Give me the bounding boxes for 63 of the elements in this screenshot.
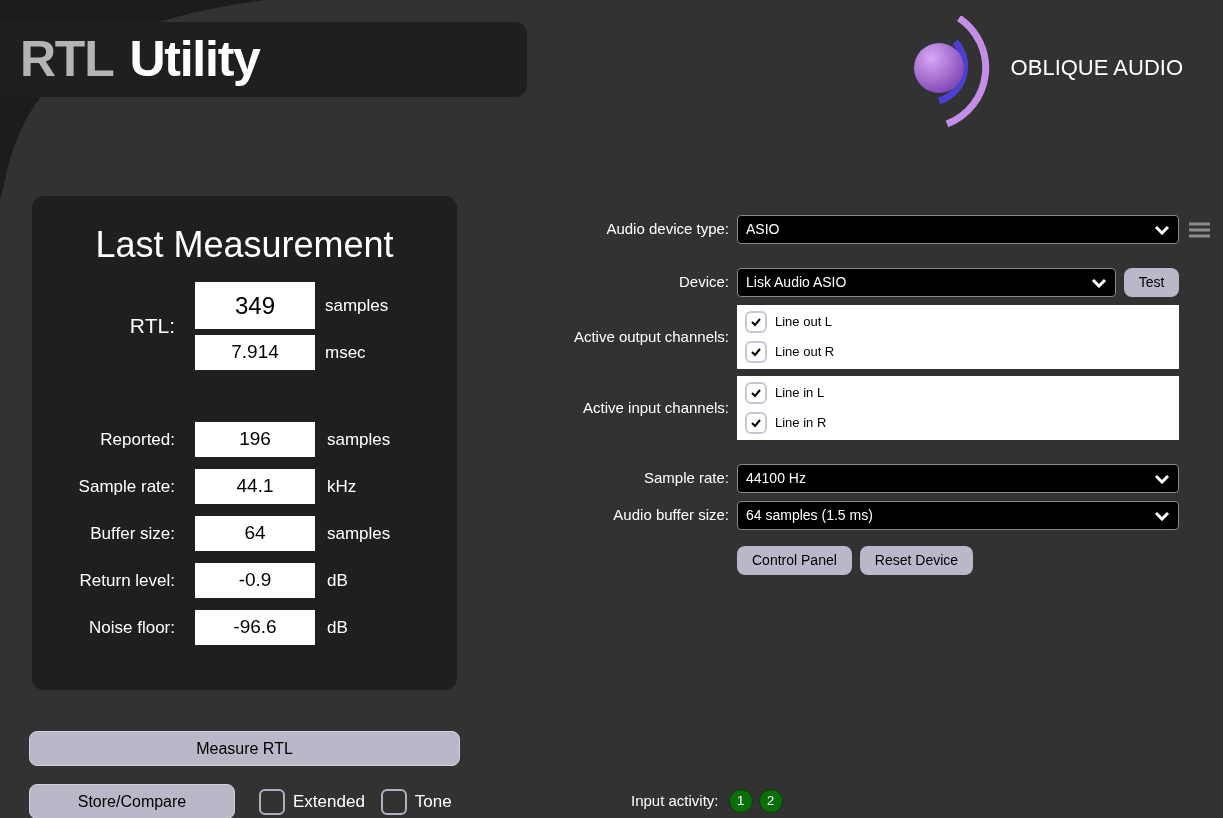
value-field: 64 xyxy=(195,516,315,551)
activity-indicator: 1 xyxy=(728,789,753,813)
option-label: Extended xyxy=(293,790,365,813)
field-label: Audio device type: xyxy=(605,219,730,240)
brand-name: OBLIQUE AUDIO xyxy=(1010,53,1183,82)
activity-indicator: 2 xyxy=(758,789,783,813)
value-field: 349 xyxy=(195,282,315,329)
dropdown[interactable]: 64 samples (1.5 ms) xyxy=(737,501,1179,530)
menu-icon[interactable] xyxy=(1188,221,1211,238)
value-field: -96.6 xyxy=(195,610,315,645)
dropdown[interactable]: Lisk Audio ASIO xyxy=(737,268,1116,297)
value-field: 7.914 xyxy=(195,335,315,370)
field-label: Noise floor: xyxy=(88,616,176,639)
field-label: Active input channels: xyxy=(582,397,730,418)
checkbox[interactable] xyxy=(745,311,767,333)
unit-label: kHz xyxy=(327,475,357,498)
unit-label: samples xyxy=(327,522,391,545)
field-label: Sample rate: xyxy=(77,475,176,498)
checkbox[interactable] xyxy=(259,788,285,815)
channel-label: Line out R xyxy=(775,343,835,362)
field-label: Input activity: xyxy=(631,790,719,811)
field-label: Device: xyxy=(677,272,730,293)
dropdown[interactable]: 44100 Hz xyxy=(737,464,1179,493)
value-field: 196 xyxy=(195,422,315,457)
device-button[interactable]: Control Panel xyxy=(737,546,852,575)
measure-button[interactable]: Measure RTL xyxy=(29,731,460,766)
app-title: Utility xyxy=(129,30,260,89)
checkbox[interactable] xyxy=(380,788,407,815)
field-label: Return level: xyxy=(78,569,176,592)
checkbox[interactable] xyxy=(745,341,767,363)
chevron-icon xyxy=(1154,224,1170,235)
field-label: RTL: xyxy=(128,313,176,340)
unit-label: samples xyxy=(327,428,391,451)
value-field: -0.9 xyxy=(195,563,315,598)
chevron-icon xyxy=(1154,473,1170,484)
field-label: Reported: xyxy=(99,428,176,451)
chevron-icon xyxy=(1154,510,1170,521)
panel-title: Last Measurement xyxy=(95,223,394,267)
field-label: Audio buffer size: xyxy=(612,505,730,526)
checkbox[interactable] xyxy=(745,382,767,404)
option-label: Tone xyxy=(414,790,452,813)
check-icon xyxy=(750,417,762,429)
device-button[interactable]: Reset Device xyxy=(859,546,974,575)
store-compare-button[interactable]: Store/Compare xyxy=(29,784,235,818)
check-icon xyxy=(750,387,762,399)
checkbox[interactable] xyxy=(745,412,767,434)
dropdown[interactable]: ASIO xyxy=(737,215,1179,244)
field-label: Buffer size: xyxy=(89,522,176,545)
chevron-icon xyxy=(1091,277,1107,288)
channel-label: Line out L xyxy=(775,313,833,332)
check-icon xyxy=(750,316,762,328)
unit-label: dB xyxy=(327,569,348,592)
check-icon xyxy=(750,346,762,358)
test-button[interactable]: Test xyxy=(1124,268,1179,297)
channel-label: Line in L xyxy=(775,384,825,403)
field-label: Active output channels: xyxy=(572,326,730,347)
unit-label: dB xyxy=(327,616,348,639)
unit-label: msec xyxy=(325,341,366,364)
unit-label: samples xyxy=(325,294,389,317)
channel-label: Line in R xyxy=(775,414,827,433)
app-title: RTL xyxy=(20,30,114,89)
field-label: Sample rate: xyxy=(642,468,730,489)
value-field: 44.1 xyxy=(195,469,315,504)
